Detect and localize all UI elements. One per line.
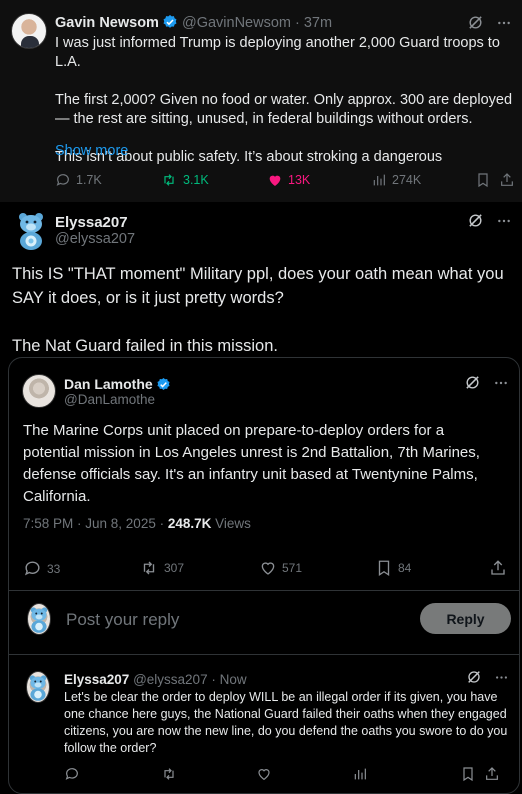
retweet-count: 307 — [164, 561, 185, 575]
reply-count: 33 — [47, 561, 61, 576]
like-count: 13K — [288, 173, 311, 187]
reply-icon — [65, 768, 78, 780]
quoted-author-name[interactable]: Dan Lamothe — [64, 376, 171, 392]
bookmark-icon — [463, 767, 473, 782]
like-action[interactable] — [256, 766, 272, 782]
bookmark-icon — [478, 173, 488, 188]
author-handle[interactable]: @elyssa207 — [133, 672, 208, 687]
quoted-actions: 33 307 571 84 — [23, 559, 505, 579]
gavin-avatar[interactable] — [11, 13, 47, 49]
retweet-action[interactable] — [160, 766, 178, 782]
verified-badge-icon — [157, 377, 170, 390]
retweet-action[interactable]: 307 — [139, 559, 184, 577]
bookmark-action[interactable]: 84 — [375, 559, 411, 577]
more-icon[interactable] — [493, 375, 509, 391]
tweet-paragraph: I was just informed Trump is deploying a… — [55, 35, 500, 70]
retweet-icon — [164, 174, 174, 186]
nested-reply-header: Elyssa207 @elyssa207 · Now — [64, 672, 247, 687]
post-paragraph: This IS "THAT moment" Military ppl, does… — [12, 265, 504, 307]
more-icon[interactable] — [496, 15, 512, 31]
reply-icon — [56, 174, 69, 186]
retweet-icon — [143, 561, 155, 575]
grok-icon[interactable] — [466, 669, 482, 685]
bear-avatar[interactable] — [26, 671, 50, 703]
bear-avatar[interactable] — [15, 210, 47, 250]
bookmark-action[interactable] — [460, 766, 476, 782]
divider — [9, 654, 519, 655]
post-paragraph: The Nat Guard failed in this mission. — [12, 337, 278, 355]
quoted-time[interactable]: 7:58 PM · Jun 8, 2025 · — [23, 516, 168, 531]
bookmark-icon — [378, 560, 390, 577]
nested-reply-actions — [64, 766, 509, 786]
reply-input[interactable]: Post your reply — [66, 610, 179, 630]
post-time[interactable]: · 37m — [295, 15, 332, 31]
tweet-paragraph: The first 2,000? Given no food or water.… — [55, 92, 513, 127]
author-name[interactable]: Gavin Newsom — [55, 15, 159, 31]
views-action[interactable] — [352, 766, 368, 782]
views-icon — [354, 768, 366, 780]
like-count: 571 — [282, 561, 303, 575]
grok-icon[interactable] — [467, 14, 484, 31]
views-icon — [373, 174, 385, 186]
bookmark-action[interactable] — [475, 172, 491, 188]
quoted-meta: 7:58 PM · Jun 8, 2025 · 248.7K Views — [23, 516, 251, 531]
retweet-icon — [164, 768, 174, 780]
share-action[interactable] — [499, 172, 515, 188]
quoted-views-label: Views — [211, 516, 251, 531]
like-action[interactable]: 571 — [259, 559, 302, 577]
reply-action[interactable] — [64, 766, 80, 782]
author-handle[interactable]: @elyssa207 — [55, 231, 135, 247]
quoted-views-count: 248.7K — [167, 516, 212, 531]
top-tweet-header: Gavin Newsom @GavinNewsom · 37m — [55, 14, 332, 32]
heart-icon — [258, 769, 270, 781]
heart-icon — [261, 562, 275, 575]
quoted-name-text: Dan Lamothe — [64, 376, 153, 392]
more-icon[interactable] — [496, 213, 512, 229]
author-name[interactable]: Elyssa207 — [64, 672, 129, 687]
nested-reply-text: Let's be clear the order to deploy WILL … — [64, 690, 508, 755]
quoted-tweet-card[interactable]: Dan Lamothe @DanLamothe The Marine Corps… — [8, 357, 520, 794]
views-action[interactable]: 274K — [371, 172, 421, 188]
divider — [9, 590, 519, 591]
heart-icon — [269, 175, 281, 186]
post-time[interactable]: · Now — [211, 672, 246, 687]
share-action[interactable] — [489, 559, 507, 577]
grok-icon[interactable] — [467, 212, 484, 229]
share-icon — [486, 767, 498, 780]
dan-avatar[interactable] — [22, 374, 56, 408]
grok-icon[interactable] — [464, 374, 481, 391]
bookmark-count: 84 — [398, 561, 412, 575]
more-icon[interactable] — [494, 670, 509, 685]
reply-button[interactable]: Reply — [420, 603, 511, 634]
retweet-count: 3.1K — [183, 173, 209, 187]
retweet-action[interactable]: 3.1K — [160, 172, 209, 188]
share-action[interactable] — [484, 766, 500, 782]
reply-icon — [24, 561, 40, 576]
top-tweet[interactable]: Gavin Newsom @GavinNewsom · 37m I was ju… — [0, 0, 522, 202]
quoted-text: The Marine Corps unit placed on prepare-… — [23, 422, 480, 505]
views-count: 274K — [392, 173, 422, 187]
reply-count: 1.7K — [76, 173, 102, 187]
reply-action[interactable]: 1.7K — [55, 172, 102, 188]
quoted-author-handle[interactable]: @DanLamothe — [64, 392, 155, 407]
author-name[interactable]: Elyssa207 — [55, 214, 128, 231]
verified-badge-icon — [163, 15, 177, 28]
share-icon — [491, 560, 505, 575]
author-handle[interactable]: @GavinNewsom — [182, 15, 291, 31]
reply-action[interactable]: 33 — [23, 559, 60, 578]
bear-avatar — [27, 603, 51, 635]
share-icon — [501, 173, 513, 186]
show-more-link[interactable]: Show more — [55, 143, 128, 159]
top-tweet-actions: 1.7K 3.1K 13K 274K — [55, 172, 515, 192]
like-action[interactable]: 13K — [267, 172, 310, 188]
